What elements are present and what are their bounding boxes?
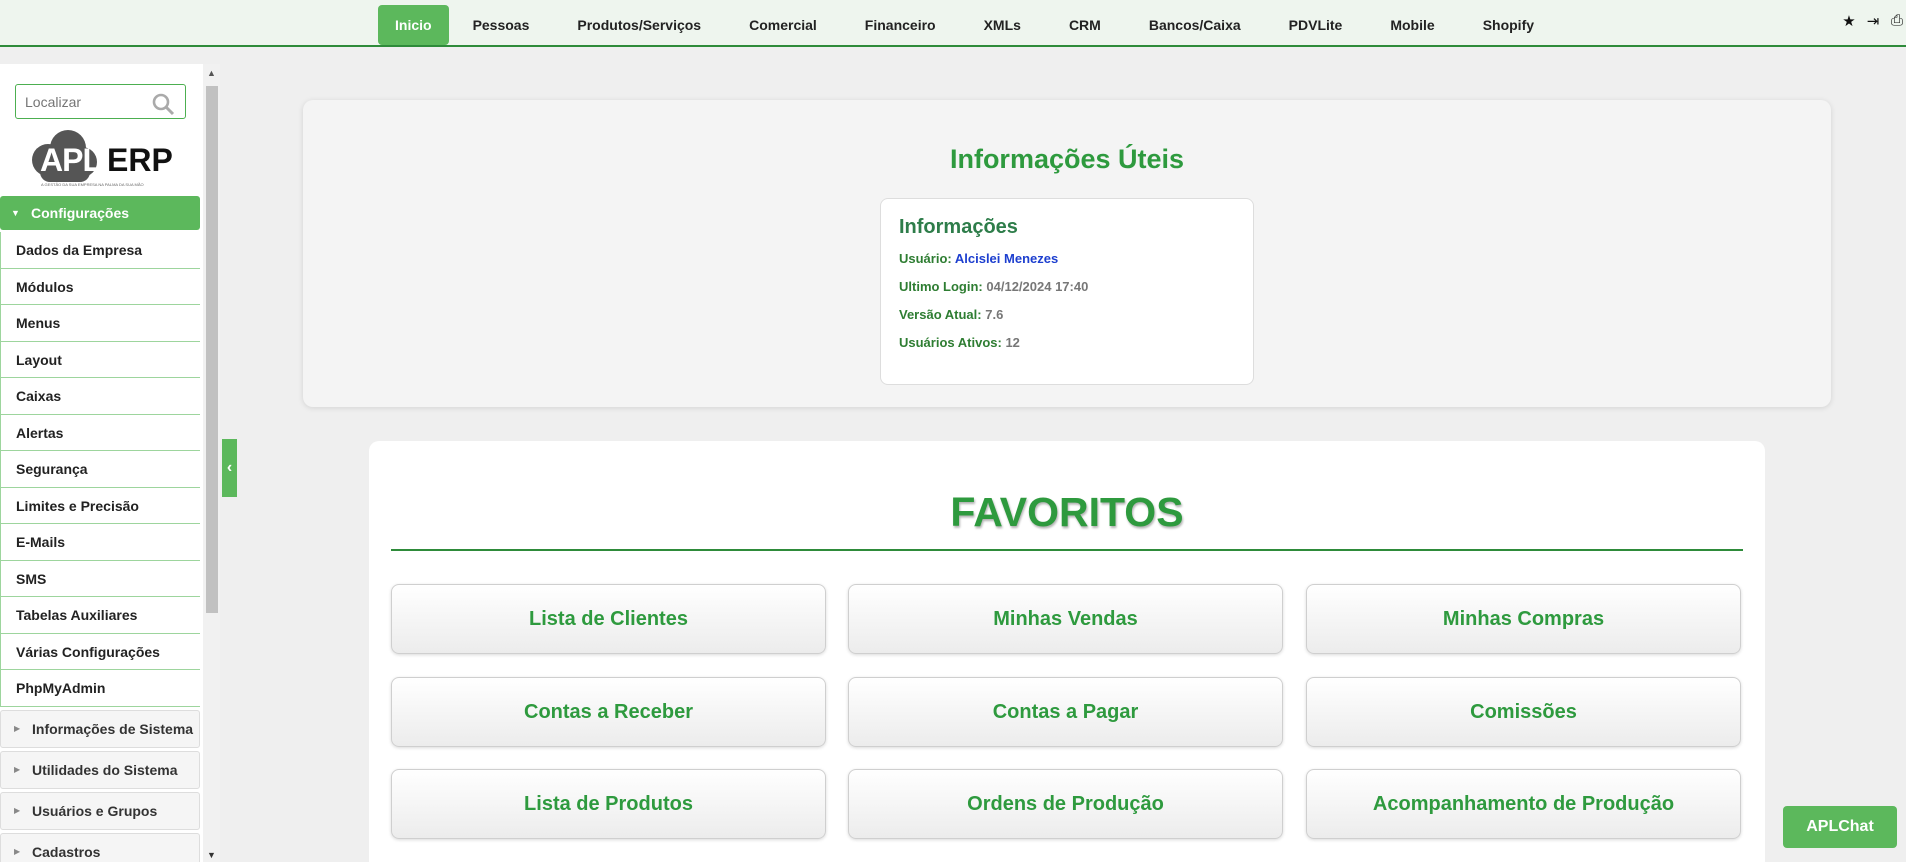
login-value: 04/12/2024 17:40	[986, 279, 1089, 294]
info-usuarios-ativos: Usuários Ativos: 12	[899, 335, 1235, 351]
nav-financeiro[interactable]: Financeiro	[841, 5, 960, 45]
nav-bancos-caixa[interactable]: Bancos/Caixa	[1125, 5, 1265, 45]
sidebar-item-limites-precisao[interactable]: Limites e Precisão	[0, 487, 200, 524]
logo: APL ERP A GESTÃO DA SUA EMPRESA NA PALMA…	[27, 124, 177, 190]
fav-minhas-compras-button[interactable]: Minhas Compras	[1306, 584, 1741, 654]
chevron-left-icon: ‹	[226, 459, 233, 476]
sidebar-item-seguranca[interactable]: Segurança	[0, 451, 200, 488]
print-icon[interactable]: ⎙	[1888, 12, 1906, 30]
nav-shopify[interactable]: Shopify	[1459, 5, 1558, 45]
sidebar-item-phpmyadmin[interactable]: PhpMyAdmin	[0, 670, 200, 707]
search-input[interactable]	[16, 85, 146, 118]
section-label: Informações de Sistema	[32, 721, 194, 737]
sidebar-scrollbar[interactable]: ▲ ▼	[203, 64, 220, 862]
sidebar-item-dados-empresa[interactable]: Dados da Empresa	[0, 232, 200, 269]
versao-value: 7.6	[985, 307, 1004, 322]
info-card: Informações Usuário: Alcislei Menezes Ul…	[880, 198, 1254, 385]
nav-xmls[interactable]: XMLs	[960, 5, 1045, 45]
info-versao: Versão Atual: 7.6	[899, 307, 1235, 323]
usuario-label: Usuário:	[899, 251, 952, 266]
sidebar-item-modulos[interactable]: Módulos	[0, 268, 200, 305]
scroll-down-icon[interactable]: ▼	[207, 850, 216, 860]
sidebar-item-tabelas-auxiliares[interactable]: Tabelas Auxiliares	[0, 597, 200, 634]
info-usuario: Usuário: Alcislei Menezes	[899, 251, 1235, 267]
config-submenu: Dados da Empresa Módulos Menus Layout Ca…	[0, 232, 200, 707]
caret-down-icon: ▼	[11, 208, 20, 218]
logo-erp: ERP	[107, 142, 173, 178]
section-label: Cadastros	[32, 844, 101, 860]
section-label: Utilidades do Sistema	[32, 762, 178, 778]
sidebar-item-layout[interactable]: Layout	[0, 341, 200, 378]
nav-pdvlite[interactable]: PDVLite	[1265, 5, 1367, 45]
fav-minhas-vendas-button[interactable]: Minhas Vendas	[848, 584, 1283, 654]
info-panel: Informações Úteis Informações Usuário: A…	[303, 100, 1831, 407]
aplchat-button[interactable]: APLChat	[1783, 806, 1897, 848]
top-right-icons: ★ ⇥ ⎙	[1840, 12, 1906, 30]
fav-lista-clientes-button[interactable]: Lista de Clientes	[391, 584, 826, 654]
caret-right-icon: ▶	[14, 806, 21, 815]
fav-contas-pagar-button[interactable]: Contas a Pagar	[848, 677, 1283, 747]
nav-comercial[interactable]: Comercial	[725, 5, 841, 45]
section-label: Configurações	[31, 205, 130, 221]
caret-right-icon: ▶	[14, 724, 21, 733]
fav-ordens-producao-button[interactable]: Ordens de Produção	[848, 769, 1283, 839]
fav-comissoes-button[interactable]: Comissões	[1306, 677, 1741, 747]
logo-apl: APL	[40, 142, 102, 178]
nav-pessoas[interactable]: Pessoas	[449, 5, 554, 45]
sidebar: APL ERP A GESTÃO DA SUA EMPRESA NA PALMA…	[0, 64, 203, 862]
login-label: Ultimo Login:	[899, 279, 983, 294]
usuario-value: Alcislei Menezes	[954, 251, 1059, 266]
section-utilidades-sistema[interactable]: ▶ Utilidades do Sistema	[0, 751, 200, 789]
sidebar-item-emails[interactable]: E-Mails	[0, 524, 200, 561]
section-label: Usuários e Grupos	[32, 803, 158, 819]
nav-mobile[interactable]: Mobile	[1366, 5, 1458, 45]
sidebar-item-varias-configuracoes[interactable]: Várias Configurações	[0, 633, 200, 670]
fav-acompanhamento-producao-button[interactable]: Acompanhamento de Produção	[1306, 769, 1741, 839]
sidebar-item-menus[interactable]: Menus	[0, 305, 200, 342]
section-informacoes-sistema[interactable]: ▶ Informações de Sistema	[0, 710, 200, 748]
favorites-panel: FAVORITOS Lista de Clientes Minhas Venda…	[369, 441, 1765, 862]
nav-inicio[interactable]: Inicio	[378, 5, 449, 45]
info-ultimo-login: Ultimo Login: 04/12/2024 17:40	[899, 279, 1235, 295]
logo-tagline: A GESTÃO DA SUA EMPRESA NA PALMA DA SUA …	[41, 182, 144, 187]
sidebar-item-alertas[interactable]: Alertas	[0, 414, 200, 451]
info-card-title: Informações	[899, 216, 1018, 238]
search-box	[15, 84, 186, 119]
top-navigation: Inicio Pessoas Produtos/Serviços Comerci…	[0, 0, 1906, 47]
caret-right-icon: ▶	[14, 765, 21, 774]
nav-produtos-servicos[interactable]: Produtos/Serviços	[553, 5, 725, 45]
sidebar-item-caixas[interactable]: Caixas	[0, 378, 200, 415]
search-icon[interactable]	[151, 92, 175, 116]
section-configuracoes[interactable]: ▼ Configurações	[0, 196, 200, 230]
favorites-title: FAVORITOS	[950, 489, 1184, 535]
caret-right-icon: ▶	[14, 847, 21, 856]
fav-lista-produtos-button[interactable]: Lista de Produtos	[391, 769, 826, 839]
logout-icon[interactable]: ⇥	[1864, 12, 1882, 30]
top-menu: Inicio Pessoas Produtos/Serviços Comerci…	[378, 5, 1558, 45]
section-cadastros[interactable]: ▶ Cadastros	[0, 833, 200, 862]
versao-label: Versão Atual:	[899, 307, 982, 322]
ativos-value: 12	[1005, 335, 1020, 350]
star-icon[interactable]: ★	[1840, 12, 1858, 30]
scrollbar-thumb[interactable]	[206, 86, 218, 613]
favorites-divider	[391, 549, 1743, 551]
info-title: Informações Úteis	[949, 144, 1185, 174]
nav-crm[interactable]: CRM	[1045, 5, 1125, 45]
section-usuarios-grupos[interactable]: ▶ Usuários e Grupos	[0, 792, 200, 830]
sidebar-item-sms[interactable]: SMS	[0, 560, 200, 597]
ativos-label: Usuários Ativos:	[899, 335, 1002, 350]
fav-contas-receber-button[interactable]: Contas a Receber	[391, 677, 826, 747]
collapse-sidebar-button[interactable]: ‹	[222, 439, 237, 497]
scroll-up-icon[interactable]: ▲	[207, 68, 216, 78]
